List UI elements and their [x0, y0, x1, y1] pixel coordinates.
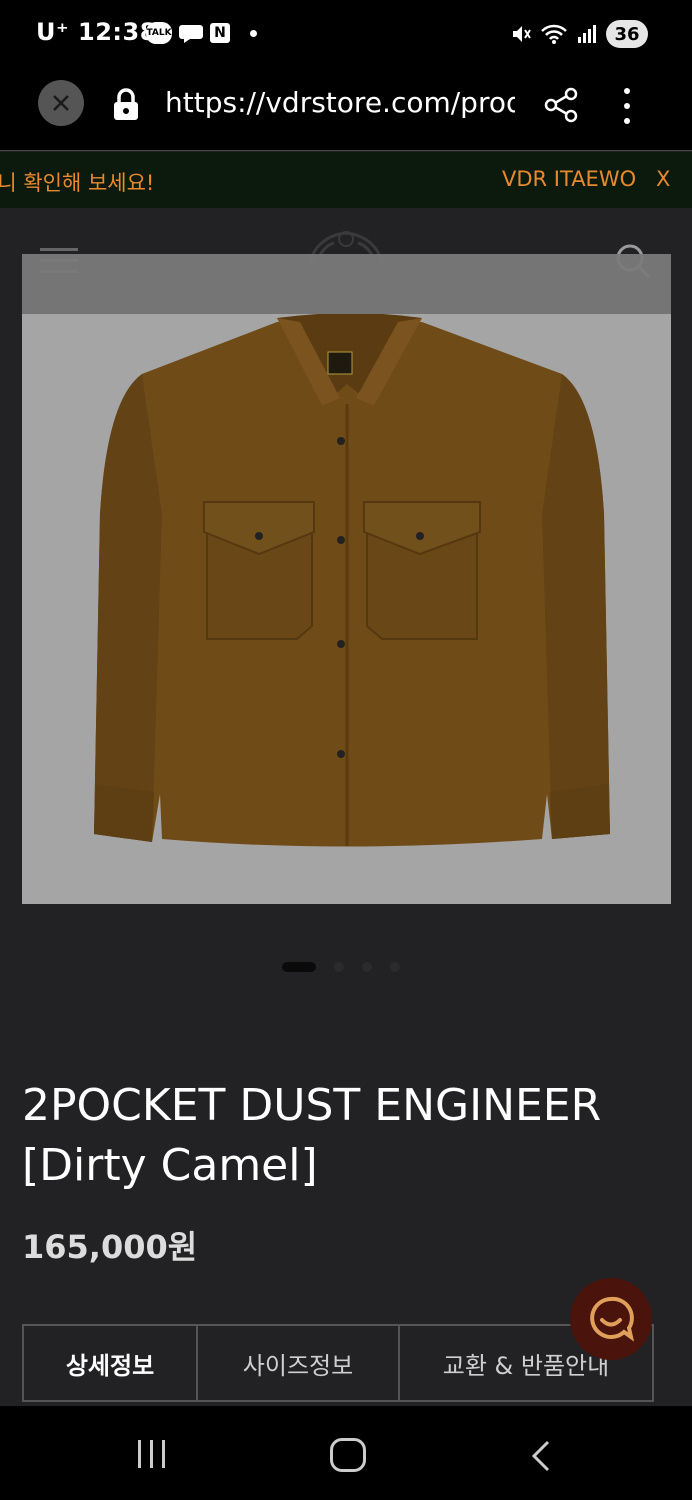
- product-title: 2POCKET DUST ENGINEER [Dirty Camel]: [22, 1076, 672, 1196]
- product-title-line1: 2POCKET DUST ENGINEER: [22, 1080, 602, 1131]
- wifi-icon: [541, 24, 567, 44]
- banner-close-button[interactable]: X: [656, 167, 670, 191]
- banner-right-text[interactable]: VDR ITAEWON: [502, 167, 636, 191]
- chat-smile-icon: [590, 1296, 635, 1342]
- carousel-dot-1[interactable]: [282, 962, 316, 972]
- carousel-dot-3[interactable]: [362, 962, 372, 972]
- more-notifications-dot: [250, 29, 257, 37]
- notification-icons: TALK N: [146, 22, 257, 44]
- carousel-indicator: [282, 962, 400, 972]
- back-icon[interactable]: [530, 1440, 552, 1476]
- recent-apps-icon[interactable]: [138, 1440, 165, 1468]
- shirt-illustration: [94, 314, 610, 847]
- signal-icon: [578, 25, 596, 43]
- notice-banner: 보니 확인해 보세요! VDR ITAEWON X: [0, 152, 692, 208]
- status-time: U⁺ 12:38: [36, 18, 157, 46]
- close-icon: [53, 95, 69, 111]
- carrier-label: U⁺: [36, 18, 70, 46]
- close-tab-button[interactable]: [38, 80, 84, 126]
- image-overlay-bar: [22, 254, 671, 314]
- chat-bubble-icon: [179, 25, 203, 43]
- product-title-line2: [Dirty Camel]: [22, 1140, 318, 1191]
- kakaotalk-icon: TALK: [146, 22, 172, 44]
- product-image[interactable]: [22, 314, 671, 904]
- product-price: 165,000원: [22, 1228, 198, 1266]
- naver-icon: N: [210, 23, 230, 43]
- lock-icon[interactable]: [112, 88, 140, 126]
- share-icon[interactable]: [542, 86, 580, 128]
- tab-size-info[interactable]: 사이즈정보: [196, 1326, 398, 1400]
- carousel-dot-2[interactable]: [334, 962, 344, 972]
- home-icon[interactable]: [330, 1438, 366, 1472]
- battery-indicator: 36: [606, 20, 648, 48]
- chat-button[interactable]: [570, 1278, 652, 1360]
- more-vert-icon[interactable]: [624, 88, 630, 124]
- banner-left-text: 보니 확인해 보세요!: [0, 171, 155, 195]
- product-tabs: 상세정보 사이즈정보 교환 & 반품안내: [22, 1324, 654, 1402]
- carousel-dot-4[interactable]: [390, 962, 400, 972]
- system-icons: 36: [510, 20, 648, 48]
- mute-icon: [513, 26, 531, 42]
- tab-details[interactable]: 상세정보: [24, 1326, 196, 1400]
- url-field[interactable]: https://vdrstore.com/product: [165, 86, 515, 119]
